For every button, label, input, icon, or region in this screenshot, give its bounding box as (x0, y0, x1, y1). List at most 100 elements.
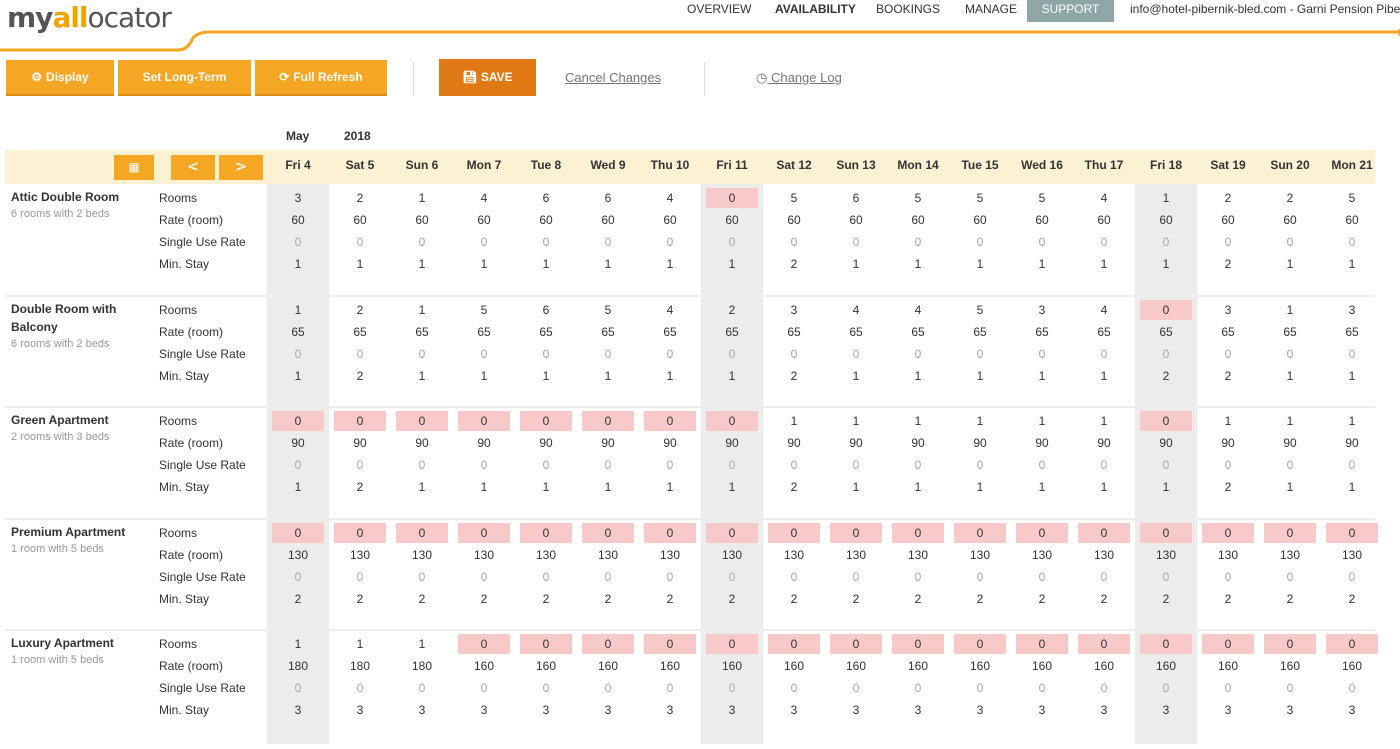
min-stay-cell[interactable]: 2 (515, 589, 577, 609)
single-use-rate-cell[interactable]: 0 (1321, 678, 1383, 698)
single-use-rate-cell[interactable]: 0 (639, 678, 701, 698)
single-use-rate-cell[interactable]: 0 (701, 455, 763, 475)
rate-cell[interactable]: 60 (577, 210, 639, 230)
rate-cell[interactable]: 60 (1197, 210, 1259, 230)
rate-cell[interactable]: 60 (391, 210, 453, 230)
rate-cell[interactable]: 65 (1011, 322, 1073, 342)
rooms-cell[interactable]: 4 (1073, 188, 1135, 208)
min-stay-cell[interactable]: 1 (887, 366, 949, 386)
room-name[interactable]: Green Apartment (11, 411, 141, 429)
rate-cell[interactable]: 90 (515, 433, 577, 453)
single-use-rate-cell[interactable]: 0 (1135, 455, 1197, 475)
min-stay-cell[interactable]: 1 (825, 254, 887, 274)
single-use-rate-cell[interactable]: 0 (887, 232, 949, 252)
rate-cell[interactable]: 130 (701, 545, 763, 565)
rate-cell[interactable]: 90 (825, 433, 887, 453)
single-use-rate-cell[interactable]: 0 (267, 344, 329, 364)
rate-cell[interactable]: 60 (825, 210, 887, 230)
rooms-cell[interactable]: 4 (639, 188, 701, 208)
min-stay-cell[interactable]: 1 (391, 366, 453, 386)
single-use-rate-cell[interactable]: 0 (1197, 455, 1259, 475)
rooms-cell[interactable]: 1 (391, 634, 453, 654)
single-use-rate-cell[interactable]: 0 (887, 567, 949, 587)
single-use-rate-cell[interactable]: 0 (515, 567, 577, 587)
single-use-rate-cell[interactable]: 0 (1321, 567, 1383, 587)
rate-cell[interactable]: 90 (763, 433, 825, 453)
rooms-cell[interactable]: 3 (267, 188, 329, 208)
single-use-rate-cell[interactable]: 0 (1197, 567, 1259, 587)
rooms-cell[interactable]: 0 (825, 523, 887, 543)
rooms-cell[interactable]: 0 (1135, 634, 1197, 654)
min-stay-cell[interactable]: 1 (1011, 477, 1073, 497)
min-stay-cell[interactable]: 2 (1321, 589, 1383, 609)
rooms-cell[interactable]: 0 (1197, 634, 1259, 654)
rate-cell[interactable]: 90 (1011, 433, 1073, 453)
set-long-term-button[interactable]: Set Long-Term (118, 60, 251, 96)
rooms-cell[interactable]: 6 (515, 300, 577, 320)
single-use-rate-cell[interactable]: 0 (701, 344, 763, 364)
rate-cell[interactable]: 60 (887, 210, 949, 230)
rooms-cell[interactable]: 0 (577, 411, 639, 431)
rooms-cell[interactable]: 1 (1197, 411, 1259, 431)
single-use-rate-cell[interactable]: 0 (577, 567, 639, 587)
rooms-cell[interactable]: 5 (1011, 188, 1073, 208)
single-use-rate-cell[interactable]: 0 (701, 567, 763, 587)
single-use-rate-cell[interactable]: 0 (949, 678, 1011, 698)
rooms-cell[interactable]: 0 (887, 634, 949, 654)
single-use-rate-cell[interactable]: 0 (1197, 344, 1259, 364)
min-stay-cell[interactable]: 1 (639, 254, 701, 274)
rooms-cell[interactable]: 0 (515, 411, 577, 431)
rooms-cell[interactable]: 3 (1011, 300, 1073, 320)
rate-cell[interactable]: 90 (577, 433, 639, 453)
single-use-rate-cell[interactable]: 0 (763, 678, 825, 698)
rooms-cell[interactable]: 0 (949, 634, 1011, 654)
single-use-rate-cell[interactable]: 0 (639, 455, 701, 475)
display-button[interactable]: ⚙ Display (6, 60, 114, 96)
single-use-rate-cell[interactable]: 0 (453, 455, 515, 475)
rate-cell[interactable]: 65 (887, 322, 949, 342)
single-use-rate-cell[interactable]: 0 (391, 232, 453, 252)
min-stay-cell[interactable]: 2 (329, 589, 391, 609)
single-use-rate-cell[interactable]: 0 (515, 344, 577, 364)
min-stay-cell[interactable]: 1 (949, 254, 1011, 274)
single-use-rate-cell[interactable]: 0 (1259, 455, 1321, 475)
single-use-rate-cell[interactable]: 0 (701, 678, 763, 698)
rate-cell[interactable]: 90 (1321, 433, 1383, 453)
rate-cell[interactable]: 160 (825, 656, 887, 676)
rooms-cell[interactable]: 0 (577, 634, 639, 654)
single-use-rate-cell[interactable]: 0 (1135, 232, 1197, 252)
single-use-rate-cell[interactable]: 0 (949, 232, 1011, 252)
rooms-cell[interactable]: 5 (453, 300, 515, 320)
rooms-cell[interactable]: 1 (267, 300, 329, 320)
single-use-rate-cell[interactable]: 0 (1135, 567, 1197, 587)
change-log-link[interactable]: ◷ Change Log (756, 70, 842, 86)
single-use-rate-cell[interactable]: 0 (515, 232, 577, 252)
single-use-rate-cell[interactable]: 0 (577, 678, 639, 698)
single-use-rate-cell[interactable]: 0 (1011, 567, 1073, 587)
rooms-cell[interactable]: 6 (515, 188, 577, 208)
rooms-cell[interactable]: 2 (701, 300, 763, 320)
rooms-cell[interactable]: 1 (887, 411, 949, 431)
rate-cell[interactable]: 65 (577, 322, 639, 342)
rooms-cell[interactable]: 0 (453, 411, 515, 431)
min-stay-cell[interactable]: 1 (887, 477, 949, 497)
rate-cell[interactable]: 160 (1197, 656, 1259, 676)
single-use-rate-cell[interactable]: 0 (267, 678, 329, 698)
rooms-cell[interactable]: 2 (329, 188, 391, 208)
min-stay-cell[interactable]: 2 (453, 589, 515, 609)
rate-cell[interactable]: 90 (949, 433, 1011, 453)
min-stay-cell[interactable]: 2 (949, 589, 1011, 609)
min-stay-cell[interactable]: 2 (1197, 366, 1259, 386)
rate-cell[interactable]: 160 (1135, 656, 1197, 676)
min-stay-cell[interactable]: 1 (577, 254, 639, 274)
rooms-cell[interactable]: 1 (1073, 411, 1135, 431)
single-use-rate-cell[interactable]: 0 (577, 455, 639, 475)
min-stay-cell[interactable]: 1 (267, 254, 329, 274)
rooms-cell[interactable]: 1 (1135, 188, 1197, 208)
single-use-rate-cell[interactable]: 0 (639, 344, 701, 364)
rate-cell[interactable]: 160 (515, 656, 577, 676)
single-use-rate-cell[interactable]: 0 (949, 567, 1011, 587)
rate-cell[interactable]: 160 (701, 656, 763, 676)
rooms-cell[interactable]: 1 (329, 634, 391, 654)
min-stay-cell[interactable]: 1 (1321, 477, 1383, 497)
